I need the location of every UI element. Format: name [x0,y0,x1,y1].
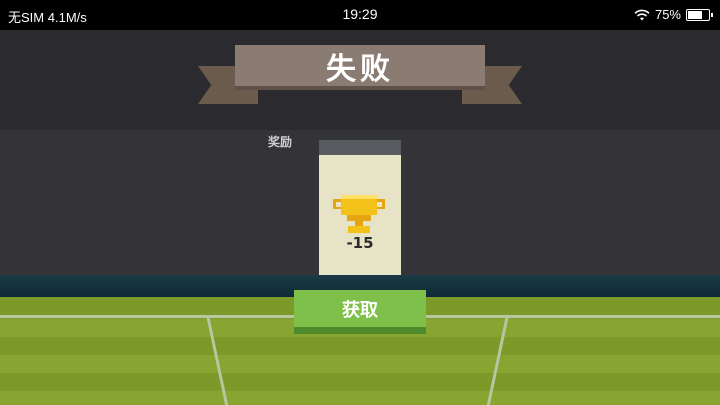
reward-label: 奖励 [268,135,293,149]
clock: 19:29 [342,6,378,22]
trophy-icon [333,195,385,233]
battery-level [688,10,702,19]
battery-tip [711,12,713,17]
collect-button[interactable]: 获取 [294,290,426,334]
reward-value: -15 [346,234,374,252]
battery-icon [686,8,713,21]
pitch-stripe [0,355,720,373]
status-bar: 无SIM 4.1M/s 19:29 75% [0,0,720,30]
battery-percent: 75% [654,7,681,22]
result-title: 失败 [235,45,485,90]
wifi-icon [634,9,650,20]
pitch-stripe [0,391,720,405]
status-right: 75% [634,7,713,22]
